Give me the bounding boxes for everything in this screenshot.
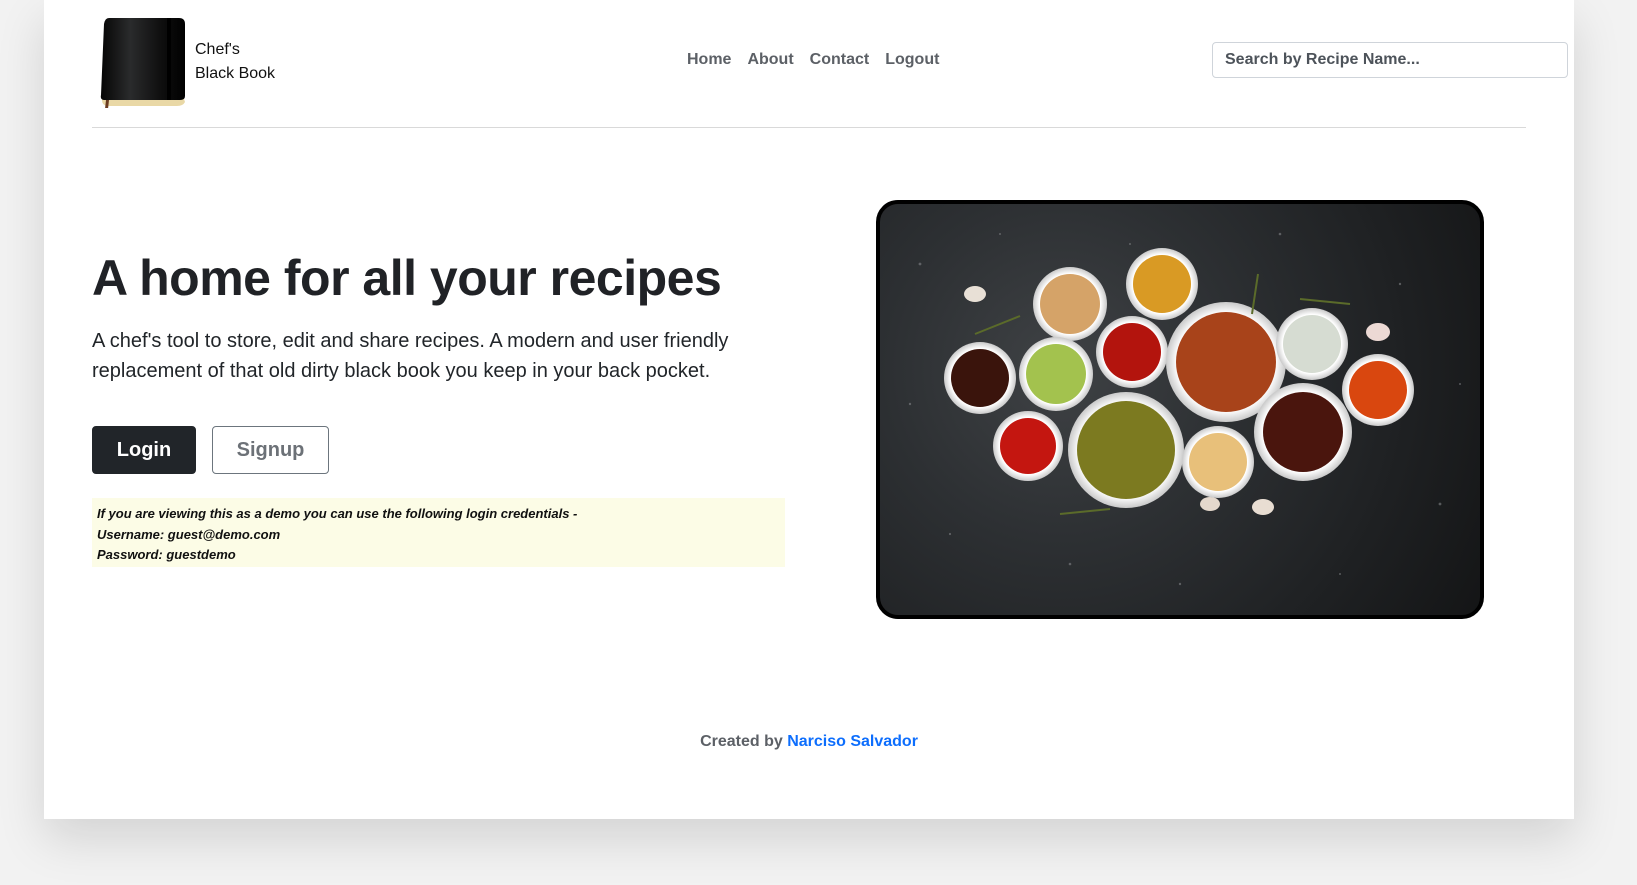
demo-note-line-1: If you are viewing this as a demo you ca… [97,506,578,521]
nav-contact[interactable]: Contact [802,48,878,72]
site-footer: Created by Narciso Salvador [44,730,1574,754]
hero-title: A home for all your recipes [92,250,722,306]
demo-note-password: Password: guestdemo [97,547,236,562]
hero-lead: A chef's tool to store, edit and share r… [92,330,729,382]
brand-line-2: Black Book [195,65,276,82]
nav-about[interactable]: About [739,48,801,72]
recipe-search-input[interactable] [1212,42,1568,78]
main-nav: Home About Contact Logout [679,48,947,72]
demo-credentials-note: If you are viewing this as a demo you ca… [92,498,785,567]
page-card: Chef's Black Book Home About Contact Log… [44,0,1574,819]
login-button[interactable]: Login [92,426,196,474]
sauce-bowls-photo [876,200,1484,619]
footer-author-link[interactable]: Narciso Salvador [787,733,918,750]
brand-line-1: Chef's [195,41,240,58]
footer-credit-prefix: Created by [700,733,788,750]
nav-logout[interactable]: Logout [877,48,947,72]
nav-home[interactable]: Home [679,48,739,72]
site-header: Chef's Black Book Home About Contact Log… [92,0,1568,128]
brand-name: Chef's Black Book [195,38,275,86]
signup-button[interactable]: Signup [212,426,329,474]
notebook-icon [97,16,189,109]
brand-link[interactable]: Chef's Black Book [97,16,275,109]
demo-note-username: Username: guest@demo.com [97,526,281,542]
